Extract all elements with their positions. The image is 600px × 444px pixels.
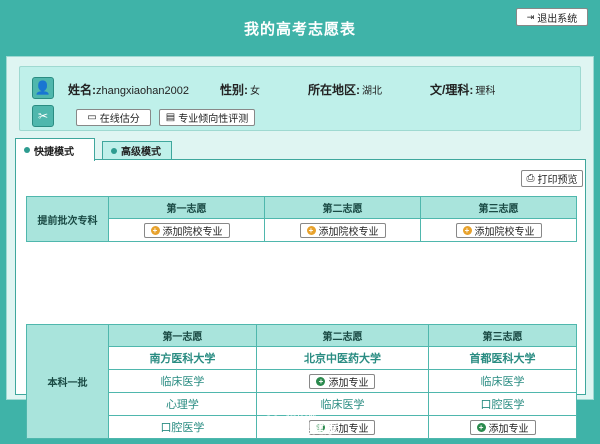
add-school-major-button[interactable]: + 添加院校专业 <box>455 222 542 238</box>
aptitude-test-button[interactable]: ▤ 专业倾向性评测 <box>159 109 255 126</box>
track-label: 文/理科: <box>430 83 474 97</box>
plus-circle-icon: + <box>316 376 326 386</box>
book-icon: ▤ <box>165 112 176 123</box>
major-cell[interactable]: 临床医学 <box>108 369 257 393</box>
choice-cell: + 添加院校专业 <box>420 218 577 242</box>
plus-circle-icon: + <box>150 225 160 235</box>
user-avatar-icon: 👤 <box>32 77 54 99</box>
footer: ♡ AliHealth 阿里健康 <box>0 404 600 444</box>
choice-cell: + 添加专业 <box>255 369 430 393</box>
page-title: 我的高考志愿表 <box>243 21 356 38</box>
name-label: 姓名: <box>68 83 96 97</box>
gender-value: 女 <box>250 86 260 97</box>
tab-label: 快捷模式 <box>34 146 74 158</box>
print-label: 打印预览 <box>537 175 578 186</box>
column-header: 第三志愿 <box>428 324 577 347</box>
alihealth-logo: ♡ <box>263 413 281 435</box>
tab-bullet-icon <box>24 147 30 153</box>
plus-circle-icon: + <box>462 225 472 235</box>
main-card: 👤 ✂ 姓名:zhangxiaohan2002 性别: 女 所在地区: 湖北 文/理… <box>6 56 594 439</box>
gender-label: 性别: <box>220 83 248 97</box>
add-label: 添加院校专业 <box>474 226 535 238</box>
region-value: 湖北 <box>362 86 382 97</box>
add-school-major-button[interactable]: + 添加院校专业 <box>299 222 386 238</box>
tab-content: ⎙ 打印预览 提前批次专科 第一志愿 第二志愿 第三志愿 + 添加院校专业 + 添加… <box>15 159 586 439</box>
add-label: 添加专业 <box>328 377 369 389</box>
gender-info: 性别: 女 <box>220 81 260 98</box>
tab-advanced-mode[interactable]: 高级模式 <box>102 141 172 159</box>
column-header: 第二志愿 <box>264 196 421 219</box>
printer-icon: ⎙ <box>526 173 535 184</box>
estimate-label: 在线估分 <box>99 114 140 125</box>
user-panel: 👤 ✂ 姓名:zhangxiaohan2002 性别: 女 所在地区: 湖北 文/理… <box>19 66 581 131</box>
university-cell[interactable]: 北京中医药大学 <box>255 346 430 370</box>
choice-cell: + 添加院校专业 <box>264 218 421 242</box>
region-label: 所在地区: <box>308 83 360 97</box>
column-header: 第一志愿 <box>108 324 257 347</box>
major-cell[interactable]: 临床医学 <box>428 369 577 393</box>
tools-icon[interactable]: ✂ <box>32 105 54 127</box>
add-major-button[interactable]: + 添加专业 <box>309 373 376 389</box>
add-label: 添加院校专业 <box>162 226 223 238</box>
plus-circle-icon: + <box>306 225 316 235</box>
column-header: 第一志愿 <box>108 196 265 219</box>
early-batch-row-label: 提前批次专科 <box>26 196 109 242</box>
brand-cn: 阿里健康 <box>284 420 337 436</box>
logout-button[interactable]: ⇥ 退出系统 <box>516 8 588 26</box>
column-header: 第二志愿 <box>255 324 430 347</box>
tab-bullet-icon <box>111 147 117 154</box>
tab-label: 高级模式 <box>121 147 161 158</box>
print-preview-button[interactable]: ⎙ 打印预览 <box>521 170 583 187</box>
column-header: 第三志愿 <box>420 196 577 219</box>
track-info: 文/理科: 理科 <box>430 81 495 98</box>
calculator-icon: ▭ <box>87 112 97 123</box>
name-info: 姓名:zhangxiaohan2002 <box>68 81 189 98</box>
early-batch-table: 提前批次专科 第一志愿 第二志愿 第三志愿 + 添加院校专业 + 添加院校专业 + 添… <box>26 196 577 242</box>
logout-label: 退出系统 <box>537 13 578 25</box>
exit-icon: ⇥ <box>526 11 535 22</box>
tab-quick-mode[interactable]: 快捷模式 <box>15 138 95 161</box>
title-bar: 我的高考志愿表 ⇥ 退出系统 <box>0 0 600 56</box>
footer-brand: AliHealth 阿里健康 <box>285 413 337 436</box>
university-cell[interactable]: 首都医科大学 <box>428 346 577 370</box>
choice-cell: + 添加院校专业 <box>108 218 265 242</box>
add-label: 添加院校专业 <box>318 226 379 238</box>
add-school-major-button[interactable]: + 添加院校专业 <box>143 222 230 238</box>
estimate-score-button[interactable]: ▭ 在线估分 <box>76 109 151 126</box>
region-info: 所在地区: 湖北 <box>308 81 382 98</box>
track-value: 理科 <box>475 86 496 97</box>
university-cell[interactable]: 南方医科大学 <box>108 346 257 370</box>
name-value: zhangxiaohan2002 <box>96 85 189 97</box>
aptitude-label: 专业倾向性评测 <box>178 114 249 125</box>
